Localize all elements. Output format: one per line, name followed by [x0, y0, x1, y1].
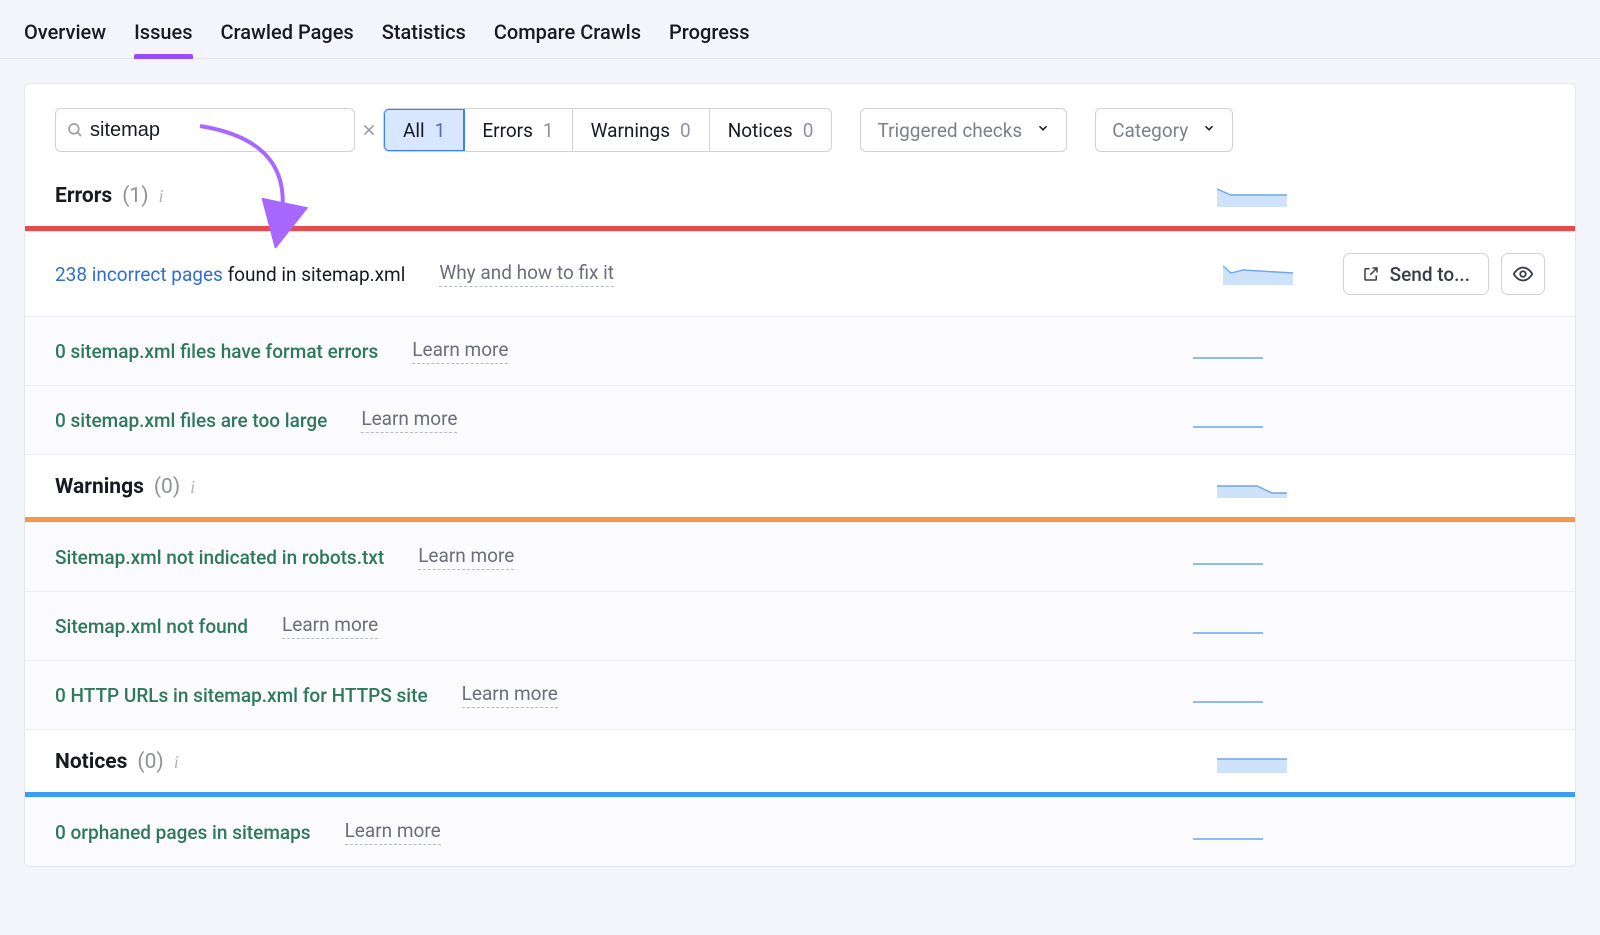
info-icon[interactable]: i: [174, 752, 179, 773]
info-icon[interactable]: i: [190, 477, 195, 498]
issue-text: 0 sitemap.xml files are too large: [55, 409, 327, 432]
issue-text: 238 incorrect pages found in sitemap.xml: [55, 263, 405, 286]
tab-compare-crawls[interactable]: Compare Crawls: [494, 12, 641, 58]
issue-link[interactable]: 238 incorrect pages: [55, 263, 223, 286]
category-label: Category: [1112, 119, 1188, 142]
issue-sparkline: [1193, 409, 1263, 431]
tab-overview[interactable]: Overview: [24, 12, 106, 58]
view-button[interactable]: [1501, 253, 1545, 295]
help-link[interactable]: Learn more: [345, 819, 441, 845]
help-link[interactable]: Why and how to fix it: [439, 261, 614, 287]
issue-row-robots-txt: Sitemap.xml not indicated in robots.txt …: [25, 522, 1575, 591]
triggered-checks-dropdown[interactable]: Triggered checks: [860, 108, 1067, 152]
filter-all[interactable]: All 1: [383, 108, 465, 152]
issue-text: 0 HTTP URLs in sitemap.xml for HTTPS sit…: [55, 684, 428, 707]
issue-row-incorrect-pages: 238 incorrect pages found in sitemap.xml…: [25, 231, 1575, 316]
tab-issues[interactable]: Issues: [134, 12, 192, 58]
filter-notices-label: Notices: [728, 119, 793, 142]
issue-sparkline: [1193, 615, 1263, 637]
filter-errors-count: 1: [543, 119, 554, 142]
issue-body: found in sitemap.xml: [223, 263, 405, 286]
warnings-sparkline: [1217, 476, 1287, 498]
issue-text: Sitemap.xml not found: [55, 615, 248, 638]
help-link[interactable]: Learn more: [418, 544, 514, 570]
search-input-wrapper: [55, 108, 355, 152]
clear-search-icon[interactable]: [361, 122, 377, 138]
help-link[interactable]: Learn more: [282, 613, 378, 639]
issues-panel: All 1 Errors 1 Warnings 0 Notices 0 Trig…: [24, 83, 1576, 867]
tab-crawled-pages[interactable]: Crawled Pages: [221, 12, 354, 58]
errors-count: (1): [122, 184, 148, 208]
severity-filter: All 1 Errors 1 Warnings 0 Notices 0: [383, 108, 832, 152]
filter-all-label: All: [403, 119, 425, 142]
row-actions: Send to...: [1343, 253, 1545, 295]
errors-sparkline: [1217, 185, 1287, 207]
chevron-down-icon: [1036, 121, 1050, 139]
filter-warnings[interactable]: Warnings 0: [573, 109, 710, 151]
issue-sparkline: [1193, 684, 1263, 706]
issue-row-orphaned-pages: 0 orphaned pages in sitemaps Learn more: [25, 797, 1575, 866]
warnings-title: Warnings: [55, 475, 144, 499]
issue-sparkline: [1193, 546, 1263, 568]
search-input[interactable]: [84, 119, 361, 142]
issue-sparkline: [1193, 340, 1263, 362]
search-icon: [66, 121, 84, 139]
issue-row-too-large: 0 sitemap.xml files are too large Learn …: [25, 385, 1575, 454]
notices-title: Notices: [55, 750, 127, 774]
send-to-label: Send to...: [1390, 263, 1470, 286]
issue-text: 0 orphaned pages in sitemaps: [55, 821, 311, 844]
issue-row-not-found: Sitemap.xml not found Learn more: [25, 591, 1575, 660]
notices-sparkline: [1217, 751, 1287, 773]
info-icon[interactable]: i: [159, 186, 164, 207]
issue-text: Sitemap.xml not indicated in robots.txt: [55, 546, 384, 569]
category-dropdown[interactable]: Category: [1095, 108, 1233, 152]
send-to-button[interactable]: Send to...: [1343, 253, 1489, 295]
issue-row-http-urls: 0 HTTP URLs in sitemap.xml for HTTPS sit…: [25, 660, 1575, 729]
chevron-down-icon: [1202, 121, 1216, 139]
issue-sparkline: [1223, 263, 1293, 285]
filter-notices-count: 0: [803, 119, 814, 142]
issue-row-format-errors: 0 sitemap.xml files have format errors L…: [25, 316, 1575, 385]
help-link[interactable]: Learn more: [361, 407, 457, 433]
filter-warnings-label: Warnings: [591, 119, 670, 142]
share-icon: [1362, 265, 1380, 283]
filter-errors[interactable]: Errors 1: [464, 109, 572, 151]
help-link[interactable]: Learn more: [412, 338, 508, 364]
eye-icon: [1512, 263, 1534, 285]
warnings-count: (0): [154, 475, 180, 499]
notices-count: (0): [137, 750, 163, 774]
notices-section-header: Notices (0) i: [25, 729, 1575, 792]
filter-warnings-count: 0: [680, 119, 691, 142]
tab-statistics[interactable]: Statistics: [382, 12, 466, 58]
errors-title: Errors: [55, 184, 112, 208]
warnings-section-header: Warnings (0) i: [25, 454, 1575, 517]
filter-all-count: 1: [435, 119, 446, 142]
triggered-checks-label: Triggered checks: [877, 119, 1022, 142]
errors-section-header: Errors (1) i: [25, 164, 1575, 226]
issue-text: 0 sitemap.xml files have format errors: [55, 340, 378, 363]
filter-notices[interactable]: Notices 0: [710, 109, 832, 151]
filter-bar: All 1 Errors 1 Warnings 0 Notices 0 Trig…: [25, 84, 1575, 164]
tab-progress[interactable]: Progress: [669, 12, 749, 58]
filter-errors-label: Errors: [482, 119, 533, 142]
help-link[interactable]: Learn more: [462, 682, 558, 708]
issue-sparkline: [1193, 821, 1263, 843]
top-tabs: Overview Issues Crawled Pages Statistics…: [0, 0, 1600, 59]
